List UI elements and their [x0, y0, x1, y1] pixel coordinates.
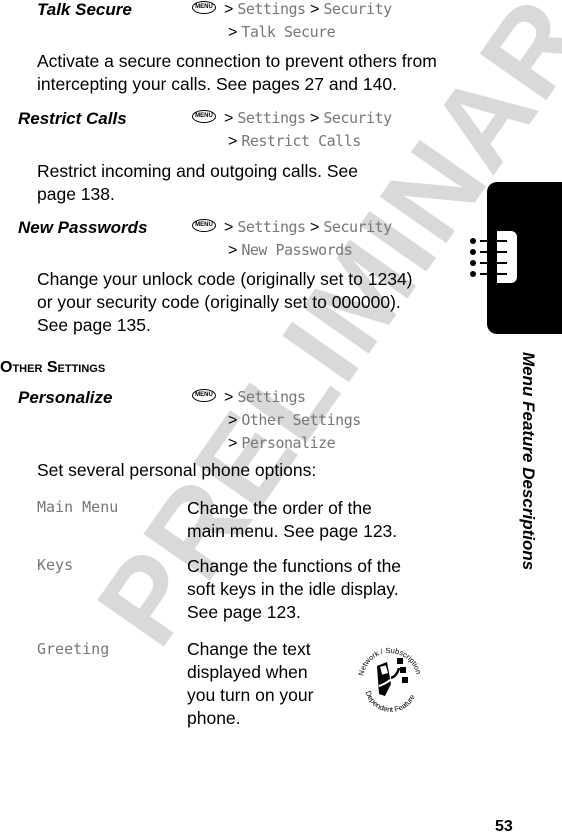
option-description-main-menu: Change the order of the main menu. See p… — [187, 498, 398, 541]
menu-key-icon: MENU — [192, 219, 216, 233]
network-dependent-feature-icon: Network / Subscription Dependent Feature — [356, 646, 423, 712]
entry-title-restrict-calls: Restrict Calls — [18, 109, 127, 128]
entry-description-restrict-calls: Restrict incoming and outgoing calls. Se… — [37, 161, 359, 204]
entry-title-new-passwords: New Passwords — [18, 218, 148, 237]
menu-key-icon: MENU — [192, 1, 216, 15]
badge-top-text: Network / Subscription — [356, 646, 423, 677]
option-name-main-menu: Main Menu — [37, 498, 119, 516]
entry-title-talk-secure: Talk Secure — [37, 0, 132, 19]
menu-path-new-passwords: MENU > Settings > Security > New Passwords — [192, 216, 392, 262]
menu-key-icon: MENU — [192, 389, 216, 403]
signal-square — [402, 677, 408, 683]
page-number: 53 — [495, 818, 513, 835]
signal-square — [397, 658, 403, 664]
entry-description-new-passwords: Change your unlock code (originally set … — [37, 269, 413, 335]
entry-title-personalize: Personalize — [18, 388, 113, 407]
menu-key-icon: MENU — [192, 110, 216, 124]
menu-path-talk-secure: MENU > Settings > Security > Talk Secure — [192, 0, 392, 44]
option-name-greeting: Greeting — [37, 640, 110, 658]
signal-square — [400, 667, 406, 673]
menu-path-restrict-calls: MENU > Settings > Security > Restrict Calls — [192, 107, 392, 153]
section-title-other-settings: Other Settings — [0, 359, 106, 376]
option-description-keys: Change the functions of the soft keys in… — [187, 556, 402, 622]
chapter-side-title: Menu Feature Descriptions — [519, 352, 538, 571]
entry-description-talk-secure: Activate a secure connection to prevent … — [37, 51, 437, 94]
option-description-greeting: Change the text displayed when you turn … — [187, 639, 314, 728]
option-name-keys: Keys — [37, 556, 74, 574]
entry-description-personalize: Set several personal phone options: — [37, 460, 317, 480]
badge-bottom-text: Dependent Feature — [364, 690, 417, 712]
menu-path-personalize: MENU > Settings > Other Settings > Personali… — [192, 386, 361, 455]
